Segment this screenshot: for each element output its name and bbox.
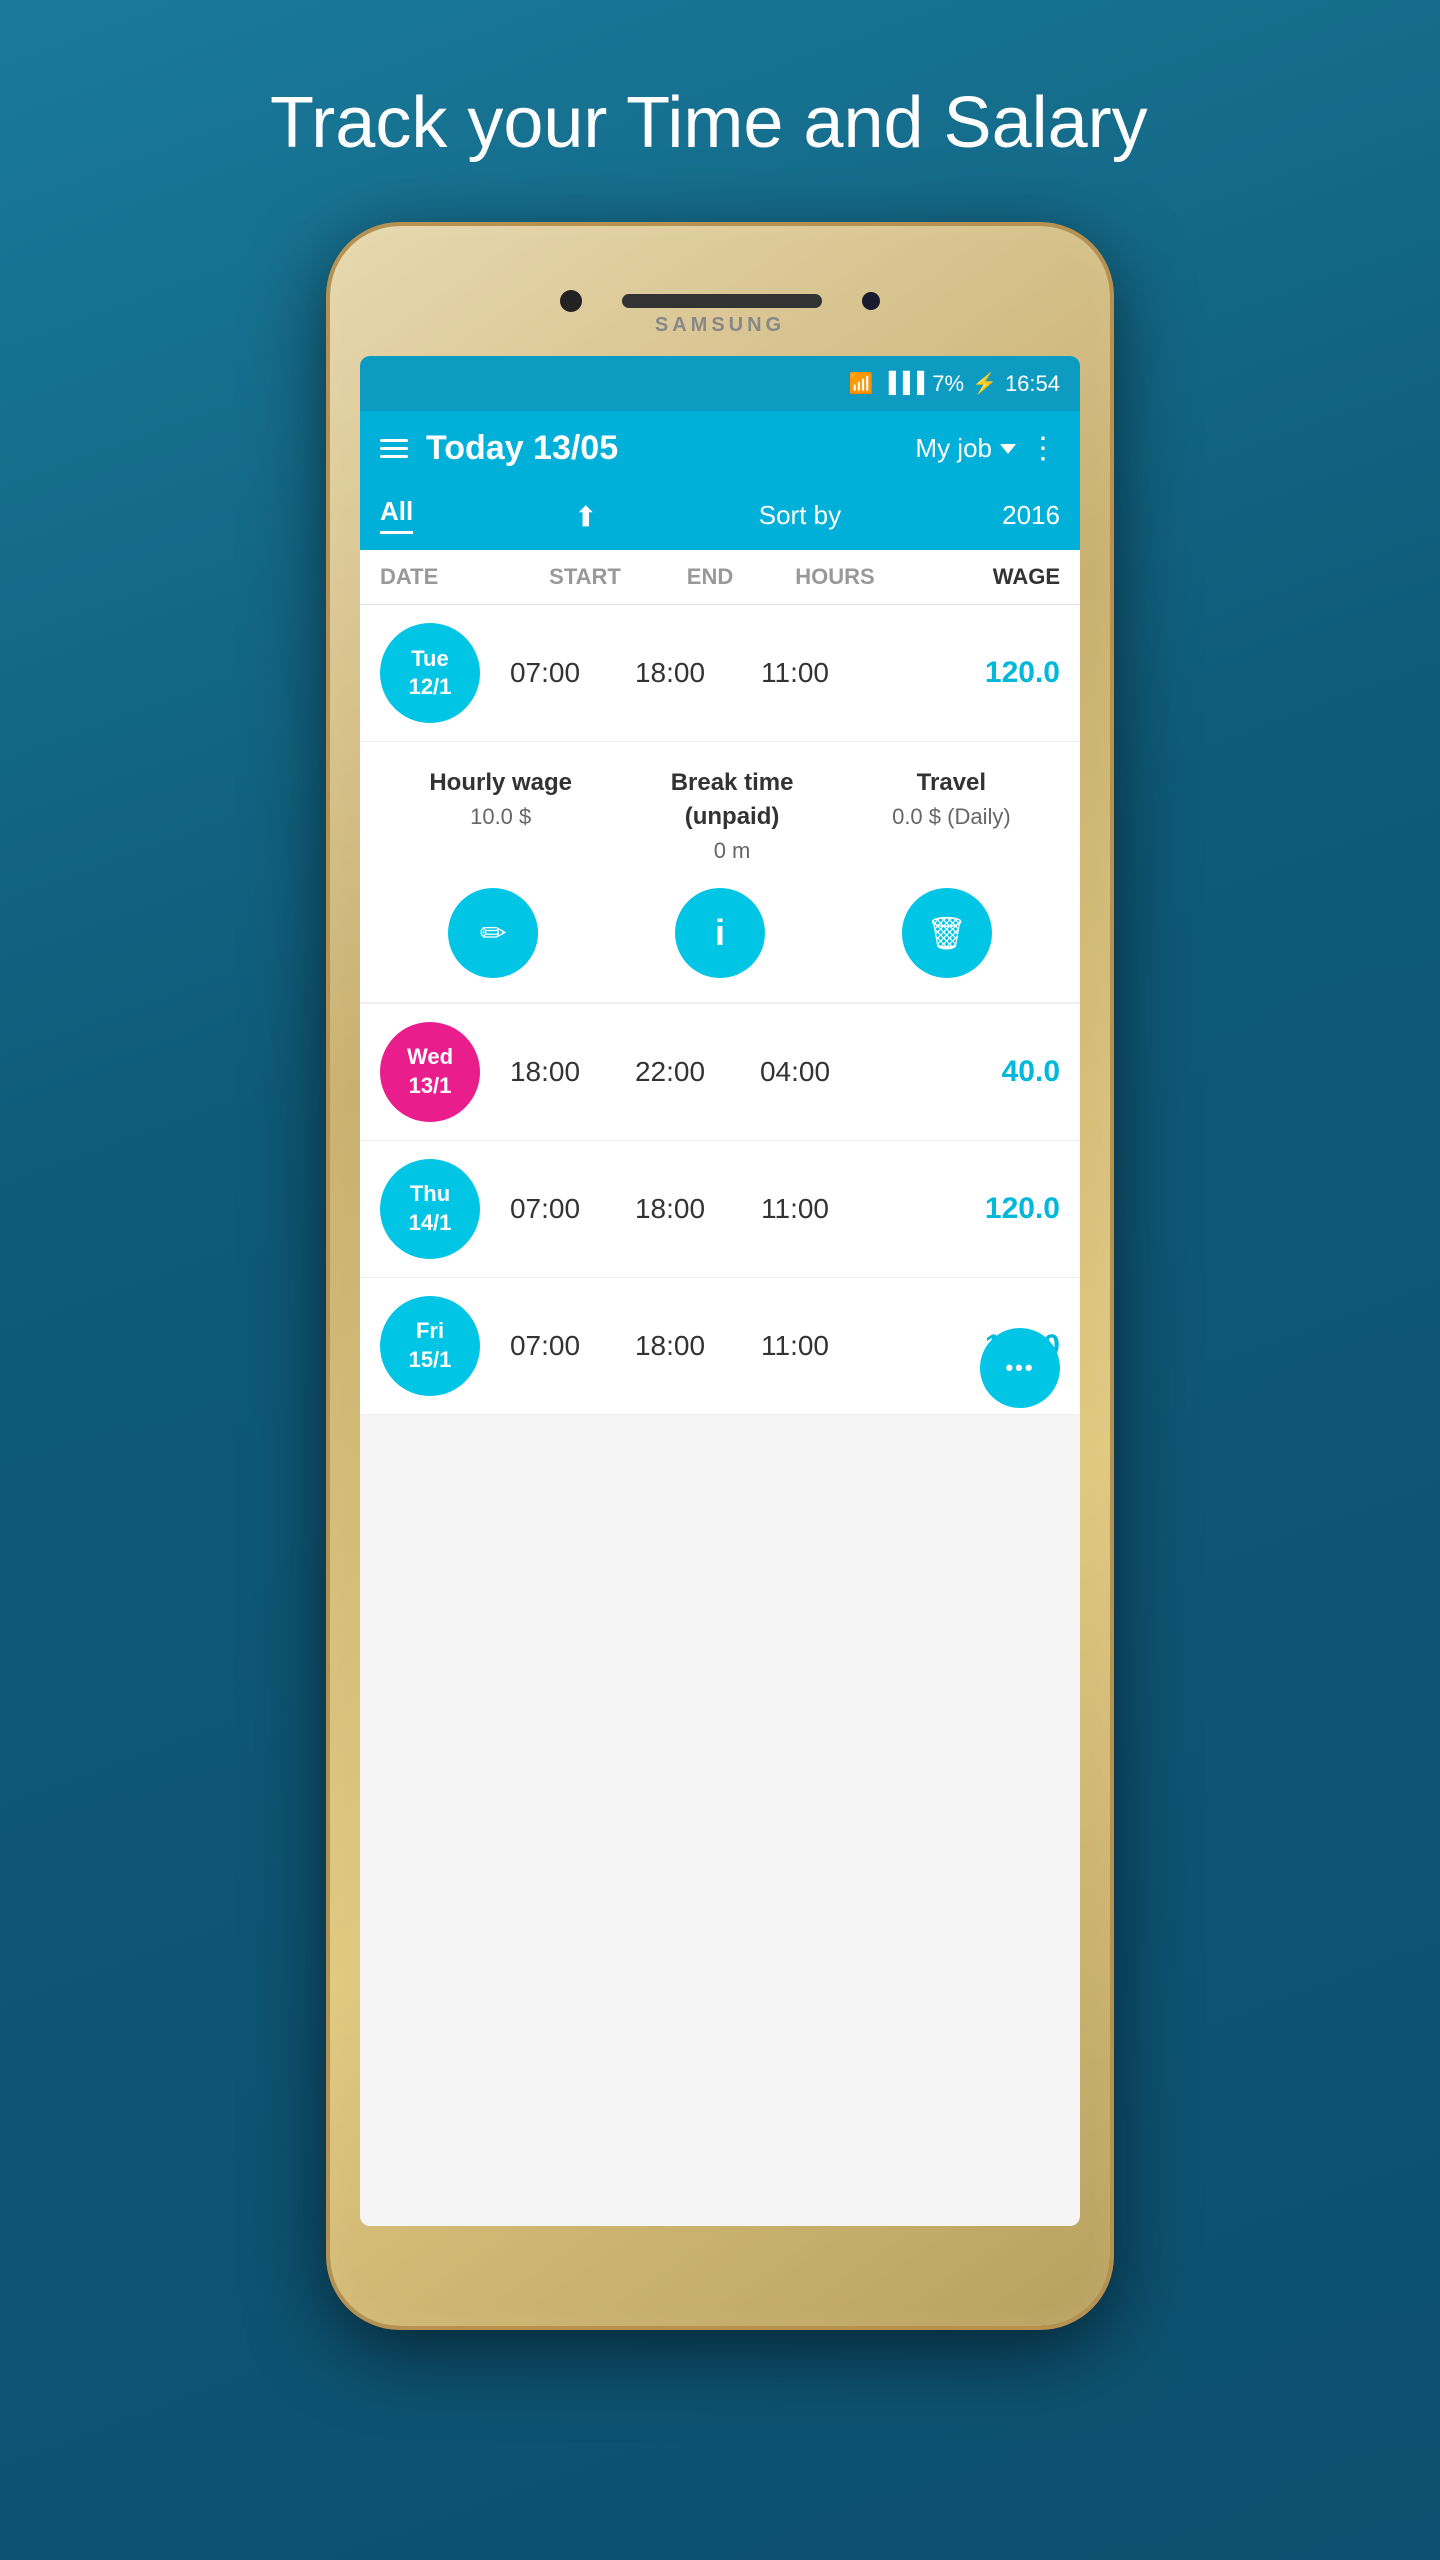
day-name: Wed [407,1043,453,1072]
hamburger-menu-button[interactable] [380,439,408,458]
table-row[interactable]: Fri 15/1 07:00 18:00 11:00 120.0 ••• [360,1278,1080,1415]
header-left: Today 13/05 [380,429,618,468]
status-bar: 📶 ▐▐▐ 7% ⚡ 16:54 [360,356,1080,411]
phone-screen: 📶 ▐▐▐ 7% ⚡ 16:54 [360,356,1080,2226]
end-time-2: 22:00 [610,1056,730,1088]
col-end-header: END [650,564,770,590]
filter-bar: All ⬇ Sort by 2016 [360,486,1080,550]
job-selector-button[interactable]: My job [915,433,1016,464]
day-badge-thu: Thu 14/1 [380,1159,480,1259]
start-time-3: 07:00 [480,1193,610,1225]
wage-3: 120.0 [860,1192,1060,1226]
wifi-icon: 📶 [849,371,874,396]
sensor-icon [862,292,880,310]
hourly-wage-info: Hourly wage 10.0 $ [429,766,572,863]
travel-value: 0.0 $ (Daily) [892,804,1011,830]
delete-button[interactable]: 🗑 [902,888,992,978]
day-name: Fri [416,1317,444,1346]
hourly-wage-value: 10.0 $ [429,804,572,830]
col-wage-header: WAGE [900,564,1060,590]
col-hours-header: HOURS [770,564,900,590]
wage-4: 120.0 ••• [860,1329,1060,1363]
day-date: 13/1 [409,1072,452,1101]
hamburger-line [380,439,408,442]
hero-title: Track your Time and Salary [270,80,1170,166]
phone-frame: SAMSUNG 📶 ▐▐▐ 7% ⚡ 16:54 [330,226,1110,2326]
sort-icon: ⬇ [574,499,597,532]
travel-label: Travel [892,766,1011,800]
table-header: DATE START END HOURS WAGE [360,550,1080,605]
year-filter-label[interactable]: 2016 [1002,500,1060,531]
charging-icon: ⚡ [972,371,997,396]
end-time-4: 18:00 [610,1330,730,1362]
day-badge-fri: Fri 15/1 [380,1296,480,1396]
hourly-wage-label: Hourly wage [429,766,572,800]
day-name: Thu [410,1180,450,1209]
info-button[interactable]: i [675,888,765,978]
detail-info: Hourly wage 10.0 $ Break time(unpaid) 0 … [380,766,1060,863]
edit-icon: ✏ [480,914,507,952]
col-start-header: START [520,564,650,590]
detail-actions: ✏ i 🗑 [380,888,1060,978]
detail-row: Hourly wage 10.0 $ Break time(unpaid) 0 … [360,742,1080,1003]
hours-2: 04:00 [730,1056,860,1088]
day-badge-tue: Tue 12/1 [380,623,480,723]
header-right: My job ⋮ [915,431,1060,466]
app-header: Today 13/05 My job ⋮ [360,411,1080,486]
brand-label: SAMSUNG [330,314,1110,337]
hours-4: 11:00 [730,1330,860,1362]
more-dots-icon: ••• [1005,1355,1034,1381]
hours-1: 11:00 [730,657,860,689]
hamburger-line [380,447,408,450]
table-row[interactable]: Thu 14/1 07:00 18:00 11:00 120.0 [360,1141,1080,1278]
screen-content: Today 13/05 My job ⋮ All ⬇ Sort by [360,411,1080,2226]
table-row[interactable]: Wed 13/1 18:00 22:00 04:00 40.0 [360,1004,1080,1141]
start-time-1: 07:00 [480,657,610,689]
break-label: Break time(unpaid) [671,766,794,833]
day-name: Tue [411,645,448,674]
chevron-down-icon [1000,444,1016,454]
edit-button[interactable]: ✏ [448,888,538,978]
more-options-fab-button[interactable]: ••• [980,1328,1060,1408]
start-time-2: 18:00 [480,1056,610,1088]
status-icons: 📶 ▐▐▐ 7% ⚡ 16:54 [849,371,1060,397]
delete-icon: 🗑 [926,914,967,952]
end-time-3: 18:00 [610,1193,730,1225]
sort-by-label[interactable]: Sort by [759,500,841,531]
more-options-button[interactable]: ⋮ [1028,431,1060,466]
start-time-4: 07:00 [480,1330,610,1362]
table-row[interactable]: Tue 12/1 07:00 18:00 11:00 120.0 [360,605,1080,742]
signal-icon: ▐▐▐ [882,372,925,395]
break-value: 0 m [671,838,794,864]
filter-all-button[interactable]: All [380,496,413,534]
day-badge-wed: Wed 13/1 [380,1022,480,1122]
col-date-header: DATE [380,564,520,590]
info-icon: i [715,912,725,954]
hours-3: 11:00 [730,1193,860,1225]
battery-level: 7% [932,371,964,397]
day-date: 12/1 [409,673,452,702]
header-title: Today 13/05 [426,429,618,468]
phone-wrapper: SAMSUNG 📶 ▐▐▐ 7% ⚡ 16:54 [330,226,1110,2426]
day-date: 14/1 [409,1209,452,1238]
break-time-info: Break time(unpaid) 0 m [671,766,794,863]
day-date: 15/1 [409,1346,452,1375]
travel-info: Travel 0.0 $ (Daily) [892,766,1011,863]
hamburger-line [380,455,408,458]
wage-1: 120.0 [860,656,1060,690]
end-time-1: 18:00 [610,657,730,689]
speaker-icon [622,294,822,308]
job-name-label: My job [915,433,992,464]
wage-2: 40.0 [860,1055,1060,1089]
front-camera-icon [560,290,582,312]
status-time: 16:54 [1005,371,1060,397]
